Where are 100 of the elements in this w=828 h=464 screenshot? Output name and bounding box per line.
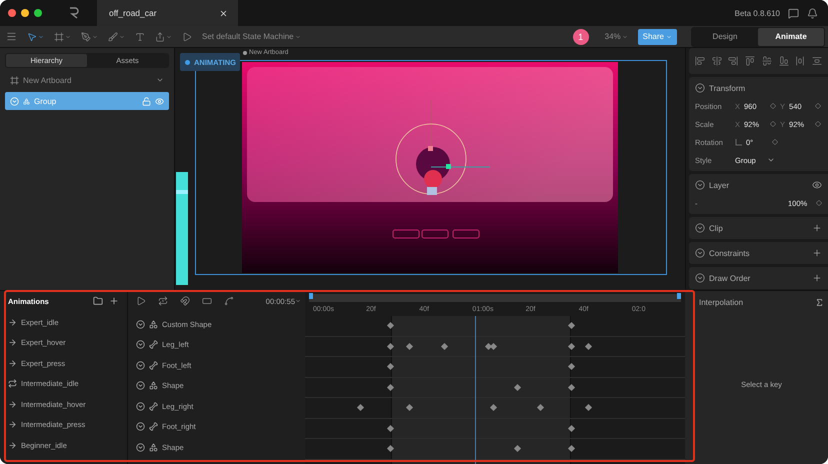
keyframe[interactable] xyxy=(441,342,448,350)
align-icon[interactable] xyxy=(795,56,806,66)
chevron-icon[interactable] xyxy=(295,298,301,304)
select-tool[interactable] xyxy=(27,32,44,42)
add-icon[interactable] xyxy=(812,248,822,258)
keyframe[interactable] xyxy=(387,444,394,452)
mode-tab[interactable]: Animate xyxy=(758,28,824,46)
keyframe[interactable] xyxy=(567,444,575,452)
expand-icon[interactable] xyxy=(136,381,145,390)
frame-tool[interactable] xyxy=(54,32,71,42)
collapse-icon[interactable] xyxy=(695,273,705,283)
add-icon[interactable] xyxy=(812,273,822,283)
align-icon[interactable] xyxy=(728,56,738,66)
notification-icon[interactable] xyxy=(807,8,818,18)
bone-icon xyxy=(149,402,158,411)
export-icon[interactable] xyxy=(155,32,165,42)
expand-icon[interactable] xyxy=(136,360,145,370)
expand-icon[interactable] xyxy=(136,320,145,329)
align-icon[interactable] xyxy=(762,56,772,66)
work-area-icon[interactable] xyxy=(202,296,212,306)
keyframe[interactable] xyxy=(387,342,394,350)
zoom-window-icon[interactable] xyxy=(34,9,42,17)
keyframe-icon[interactable] xyxy=(815,103,822,109)
keyframe-icon[interactable] xyxy=(816,200,822,206)
section-title[interactable]: Draw Order xyxy=(709,274,750,282)
keyframe-icon[interactable] xyxy=(770,121,776,127)
brush-tool[interactable] xyxy=(108,32,125,42)
pen-tool[interactable] xyxy=(81,32,98,42)
pointer-icon[interactable] xyxy=(27,32,37,42)
play-icon[interactable] xyxy=(182,32,192,42)
keyframe[interactable] xyxy=(567,383,575,391)
chevron-icon[interactable] xyxy=(156,76,164,84)
text-tool-icon[interactable] xyxy=(135,32,145,42)
keyframe[interactable] xyxy=(567,424,575,432)
keyframe[interactable] xyxy=(357,404,364,412)
align-icon[interactable] xyxy=(712,56,722,66)
add-icon[interactable] xyxy=(109,296,119,306)
keyframe[interactable] xyxy=(490,404,497,412)
keyframe[interactable] xyxy=(387,424,394,432)
align-icon[interactable] xyxy=(745,56,756,66)
frame-icon[interactable] xyxy=(54,32,64,42)
keyframe-icon[interactable] xyxy=(772,139,778,145)
keyframe-icon[interactable] xyxy=(770,103,776,109)
chevron-icon[interactable] xyxy=(38,34,44,40)
menu-icon[interactable] xyxy=(6,31,17,42)
chat-icon[interactable] xyxy=(788,8,799,18)
align-icon[interactable] xyxy=(778,56,789,66)
collapse-icon[interactable] xyxy=(695,248,705,258)
expand-icon[interactable] xyxy=(136,402,145,411)
arrow-icon xyxy=(8,400,17,409)
artboard-dot-icon xyxy=(243,51,247,55)
minimize-window-icon[interactable] xyxy=(21,9,29,17)
eye-icon[interactable] xyxy=(812,180,822,190)
state-machine-button[interactable]: Set default State Machine xyxy=(202,32,301,41)
brush-icon[interactable] xyxy=(108,32,118,42)
chevron-icon[interactable] xyxy=(767,156,775,164)
snap-icon[interactable] xyxy=(180,296,190,306)
align-icon[interactable] xyxy=(812,56,822,66)
collapse-icon[interactable] xyxy=(695,223,705,233)
keyframe[interactable] xyxy=(387,362,394,370)
folder-icon[interactable] xyxy=(93,296,103,306)
zoom-dropdown[interactable]: 34% xyxy=(604,32,628,41)
keyframe[interactable] xyxy=(567,362,575,370)
arrow-icon xyxy=(8,420,17,430)
keyframe[interactable] xyxy=(514,444,521,452)
add-icon[interactable] xyxy=(812,223,822,233)
keyframe[interactable] xyxy=(514,383,521,391)
expand-icon[interactable] xyxy=(136,340,145,350)
keyframe[interactable] xyxy=(387,322,394,330)
keyframe[interactable] xyxy=(387,383,394,391)
artboard-name[interactable]: New Artboard xyxy=(23,76,72,84)
export-tool[interactable] xyxy=(155,32,172,42)
close-icon[interactable] xyxy=(219,8,228,18)
file-tab[interactable]: off_road_car xyxy=(97,0,238,26)
shapes-icon xyxy=(149,320,158,329)
close-window-icon[interactable] xyxy=(8,9,16,17)
unlock-icon[interactable] xyxy=(142,96,151,106)
timeline-scrollbar[interactable] xyxy=(309,294,681,302)
section-title[interactable]: Clip xyxy=(709,224,723,232)
loop-icon xyxy=(8,379,17,388)
expand-icon[interactable] xyxy=(136,442,145,452)
keyframe[interactable] xyxy=(585,342,592,350)
keyframe[interactable] xyxy=(567,322,575,330)
play-icon[interactable] xyxy=(136,296,146,306)
mode-tab[interactable]: Design xyxy=(692,28,758,46)
keyframe[interactable] xyxy=(406,342,413,350)
keyframe-icon[interactable] xyxy=(815,121,822,127)
keyframe[interactable] xyxy=(537,404,544,412)
loop-icon[interactable] xyxy=(158,296,168,306)
expand-icon[interactable] xyxy=(136,422,145,432)
keyframe[interactable] xyxy=(567,342,575,350)
pen-icon[interactable] xyxy=(81,32,91,42)
collapse-icon[interactable] xyxy=(695,83,705,93)
shapes-icon xyxy=(149,381,158,390)
bone-icon xyxy=(149,422,158,432)
keyframe[interactable] xyxy=(585,404,592,412)
collapse-icon[interactable] xyxy=(695,180,705,190)
section-title[interactable]: Constraints xyxy=(709,248,750,258)
align-icon[interactable] xyxy=(695,56,705,66)
keyframe[interactable] xyxy=(406,404,413,412)
